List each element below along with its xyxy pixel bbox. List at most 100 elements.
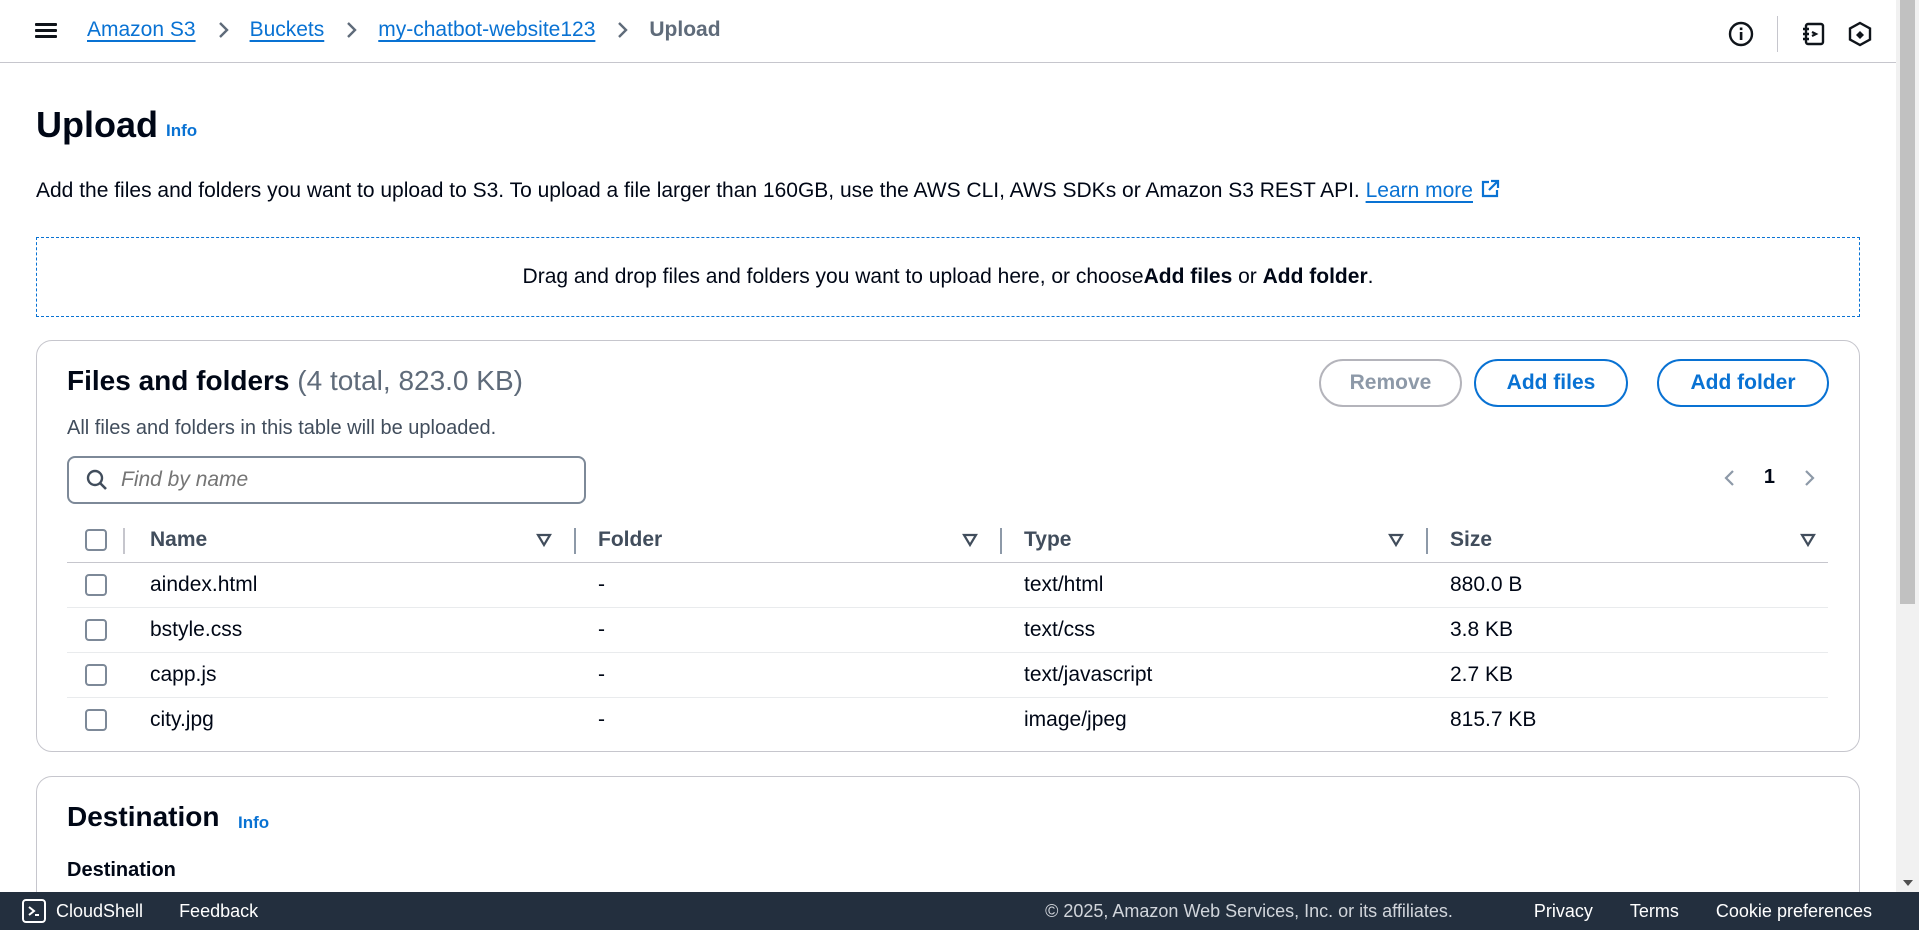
- column-folder-label: Folder: [598, 527, 663, 551]
- column-type-label: Type: [1024, 527, 1072, 551]
- add-folder-button[interactable]: Add folder: [1657, 359, 1829, 407]
- copyright: © 2025, Amazon Web Services, Inc. or its…: [1045, 900, 1453, 921]
- dropzone-add-folder: Add folder: [1262, 265, 1368, 288]
- remove-button[interactable]: Remove: [1319, 359, 1462, 407]
- privacy-link[interactable]: Privacy: [1534, 901, 1593, 922]
- file-size: 3.8 KB: [1428, 607, 1828, 653]
- table-row[interactable]: city.jpg - image/jpeg 815.7 KB: [67, 697, 1828, 742]
- files-container: Files and folders (4 total, 823.0 KB) Al…: [36, 340, 1860, 752]
- dropzone-period: .: [1367, 265, 1374, 288]
- file-type: text/javascript: [1002, 652, 1428, 698]
- column-header-folder[interactable]: Folder: [576, 518, 1002, 563]
- scroll-down-icon[interactable]: [1903, 880, 1913, 886]
- select-all-checkbox[interactable]: [85, 529, 107, 552]
- file-folder: -: [576, 607, 1002, 653]
- sort-caret-icon[interactable]: [962, 532, 978, 548]
- search-box: [67, 456, 586, 504]
- learn-more-label: Learn more: [1365, 179, 1473, 202]
- cloudshell-button[interactable]: CloudShell: [22, 899, 143, 923]
- file-folder: -: [598, 707, 605, 731]
- breadcrumb-buckets[interactable]: Buckets: [250, 18, 325, 42]
- sort-caret-icon[interactable]: [1388, 532, 1404, 548]
- column-size-label: Size: [1450, 527, 1493, 551]
- table-row[interactable]: bstyle.css - text/css 3.8 KB: [67, 607, 1828, 653]
- select-all-cell: [67, 518, 150, 563]
- search-input[interactable]: [121, 468, 541, 492]
- file-type: text/html: [1002, 562, 1428, 608]
- file-name: aindex.html: [150, 562, 576, 608]
- destination-info-link[interactable]: Info: [238, 813, 269, 833]
- notes-icon[interactable]: [1798, 18, 1830, 50]
- pagination: 1: [1720, 466, 1819, 489]
- dropzone-text: Drag and drop files and folders you want…: [522, 265, 1144, 288]
- hexagon-settings-icon[interactable]: [1844, 18, 1876, 50]
- table-row[interactable]: aindex.html - text/html 880.0 B: [67, 562, 1828, 608]
- top-bar: Amazon S3 Buckets my-chatbot-website123 …: [0, 0, 1896, 63]
- files-subtitle: All files and folders in this table will…: [67, 417, 497, 439]
- sort-caret-icon[interactable]: [536, 532, 552, 548]
- page-description: Add the files and folders you want to up…: [36, 178, 1501, 203]
- info-link[interactable]: Info: [166, 121, 197, 141]
- row-checkbox[interactable]: [85, 663, 107, 686]
- table-header-row: Name Folder Type Size: [67, 518, 1828, 563]
- column-separator: [123, 528, 125, 554]
- table-row[interactable]: capp.js - text/javascript 2.7 KB: [67, 652, 1828, 698]
- row-checkbox[interactable]: [85, 618, 107, 641]
- info-icon[interactable]: [1725, 18, 1757, 50]
- dropzone-add-files: Add files: [1143, 265, 1233, 288]
- next-page-icon[interactable]: [1799, 468, 1819, 488]
- breadcrumb: Amazon S3 Buckets my-chatbot-website123 …: [87, 18, 721, 42]
- search-icon: [86, 469, 107, 490]
- files-title: Files and folders (4 total, 823.0 KB): [67, 365, 523, 397]
- chevron-right-icon: [218, 22, 229, 38]
- scrollbar-thumb[interactable]: [1900, 0, 1915, 604]
- dropzone-or: or: [1232, 265, 1263, 288]
- breadcrumb-bucket[interactable]: my-chatbot-website123: [378, 18, 595, 42]
- row-checkbox[interactable]: [85, 709, 107, 732]
- footer-right: © 2025, Amazon Web Services, Inc. or its…: [1045, 901, 1872, 922]
- column-name-label: Name: [150, 527, 208, 551]
- external-link-icon: [1481, 179, 1500, 198]
- cloudshell-label: CloudShell: [56, 900, 144, 921]
- file-folder: -: [576, 652, 1002, 698]
- sort-caret-icon[interactable]: [1800, 532, 1816, 548]
- column-header-name[interactable]: Name: [150, 518, 576, 563]
- file-name: capp.js: [150, 652, 576, 698]
- feedback-link[interactable]: Feedback: [179, 901, 258, 922]
- description-text: Add the files and folders you want to up…: [36, 179, 1360, 202]
- breadcrumb-amazon-s3[interactable]: Amazon S3: [87, 18, 196, 42]
- file-name: city.jpg: [150, 707, 214, 731]
- cookie-preferences-link[interactable]: Cookie preferences: [1716, 901, 1872, 922]
- learn-more-link[interactable]: Learn more: [1366, 179, 1501, 202]
- files-count: (4 total, 823.0 KB): [297, 365, 523, 396]
- terminal-icon: [22, 899, 46, 923]
- column-header-size[interactable]: Size: [1428, 518, 1828, 563]
- page-number[interactable]: 1: [1764, 466, 1775, 489]
- files-title-text: Files and folders: [67, 365, 290, 396]
- menu-icon[interactable]: [34, 20, 58, 44]
- row-checkbox[interactable]: [85, 573, 107, 596]
- file-size: 2.7 KB: [1428, 652, 1828, 698]
- terms-link[interactable]: Terms: [1630, 901, 1679, 922]
- file-type: image/jpeg: [1024, 707, 1127, 731]
- add-files-button[interactable]: Add files: [1474, 359, 1628, 407]
- destination-title: Destination: [67, 801, 220, 832]
- chevron-right-icon: [618, 22, 629, 38]
- files-table: Name Folder Type Size aindex.html - text…: [67, 518, 1828, 742]
- file-size: 880.0 B: [1428, 562, 1828, 608]
- breadcrumb-current: Upload: [649, 18, 721, 41]
- page-title: Upload: [36, 104, 158, 145]
- top-icons: [1725, 16, 1876, 52]
- destination-subtitle: Destination: [67, 859, 176, 881]
- file-size: 815.7 KB: [1450, 707, 1537, 731]
- file-folder: -: [576, 562, 1002, 608]
- page-scrollbar[interactable]: [1896, 0, 1919, 892]
- footer: CloudShell Feedback © 2025, Amazon Web S…: [0, 892, 1919, 930]
- previous-page-icon[interactable]: [1720, 468, 1740, 488]
- column-header-type[interactable]: Type: [1002, 518, 1428, 563]
- file-name: bstyle.css: [150, 607, 576, 653]
- divider: [1777, 16, 1778, 52]
- file-type: text/css: [1002, 607, 1428, 653]
- upload-dropzone[interactable]: Drag and drop files and folders you want…: [36, 237, 1860, 317]
- chevron-right-icon: [347, 22, 357, 38]
